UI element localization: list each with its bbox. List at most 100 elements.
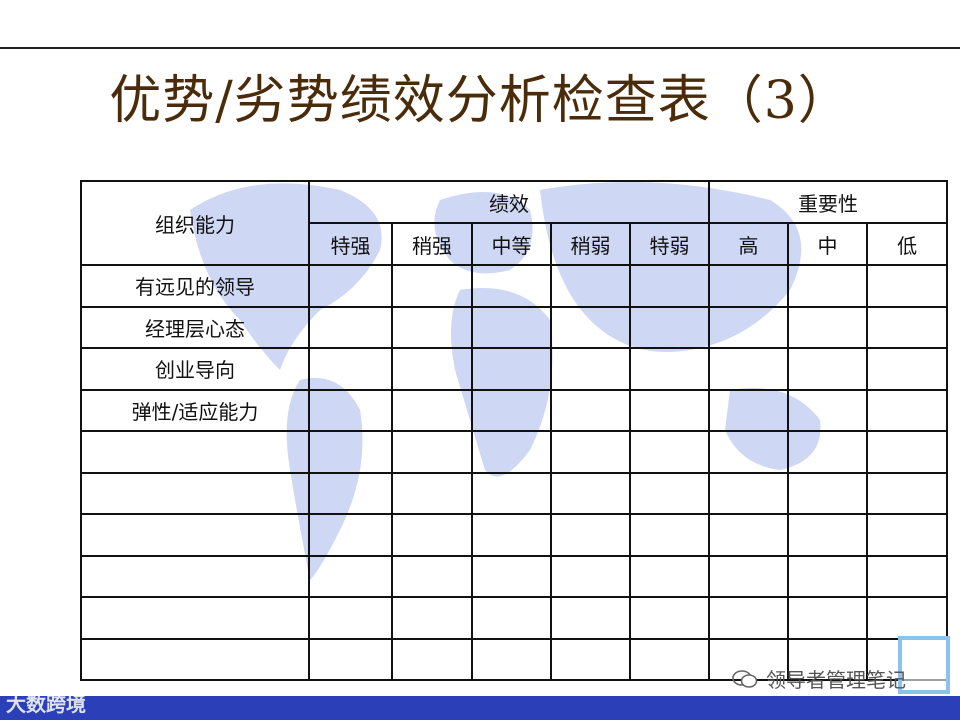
rating-cell[interactable]	[866, 554, 949, 598]
rating-cell[interactable]	[628, 347, 711, 391]
rating-cell[interactable]	[471, 430, 552, 474]
rating-cell[interactable]	[471, 513, 552, 557]
col-header-slightly-weak: 稍弱	[550, 222, 631, 266]
rating-cell[interactable]	[628, 637, 711, 681]
rating-cell[interactable]	[787, 471, 869, 515]
rating-cell[interactable]	[866, 388, 949, 432]
rating-cell[interactable]	[866, 430, 949, 474]
rating-cell[interactable]	[708, 264, 790, 308]
rating-cell[interactable]	[628, 264, 711, 308]
rating-cell[interactable]	[787, 305, 869, 349]
row-label: 创业导向	[80, 347, 310, 391]
table-row	[80, 554, 949, 598]
rating-cell[interactable]	[787, 513, 869, 557]
rating-cell[interactable]	[787, 347, 869, 391]
rating-cell[interactable]	[787, 264, 869, 308]
rating-cell[interactable]	[628, 430, 711, 474]
brand-watermark: 大数跨境	[6, 692, 86, 716]
top-divider	[0, 47, 960, 49]
rating-cell[interactable]	[550, 430, 631, 474]
rating-cell[interactable]	[391, 264, 473, 308]
rating-cell[interactable]	[308, 637, 393, 681]
rating-cell[interactable]	[308, 388, 393, 432]
rating-cell[interactable]	[787, 554, 869, 598]
row-label: 经理层心态	[80, 305, 310, 349]
rating-cell[interactable]	[628, 513, 711, 557]
rating-cell[interactable]	[391, 305, 473, 349]
rating-cell[interactable]	[308, 305, 393, 349]
rating-cell[interactable]	[308, 430, 393, 474]
table-row: 经理层心态	[80, 305, 949, 349]
rating-cell[interactable]	[391, 554, 473, 598]
rating-cell[interactable]	[308, 513, 393, 557]
rating-cell[interactable]	[550, 388, 631, 432]
rating-cell[interactable]	[550, 264, 631, 308]
rating-cell[interactable]	[391, 471, 473, 515]
rating-cell[interactable]	[550, 305, 631, 349]
rating-cell[interactable]	[866, 305, 949, 349]
rating-cell[interactable]	[708, 305, 790, 349]
rating-cell[interactable]	[308, 596, 393, 640]
rating-cell[interactable]	[391, 347, 473, 391]
rating-cell[interactable]	[866, 513, 949, 557]
col-header-high: 高	[708, 222, 790, 266]
rating-cell[interactable]	[471, 471, 552, 515]
rating-cell[interactable]	[628, 471, 711, 515]
rating-cell[interactable]	[391, 596, 473, 640]
rating-cell[interactable]	[708, 471, 790, 515]
rating-cell[interactable]	[471, 554, 552, 598]
rating-cell[interactable]	[628, 388, 711, 432]
rating-cell[interactable]	[866, 347, 949, 391]
table-row	[80, 513, 949, 557]
rating-cell[interactable]	[471, 388, 552, 432]
rating-cell[interactable]	[308, 554, 393, 598]
row-label	[80, 554, 310, 598]
rating-cell[interactable]	[471, 264, 552, 308]
rating-cell[interactable]	[391, 637, 473, 681]
col-header-average: 中等	[471, 222, 552, 266]
rating-cell[interactable]	[550, 554, 631, 598]
rating-cell[interactable]	[391, 430, 473, 474]
rating-cell[interactable]	[471, 596, 552, 640]
rating-cell[interactable]	[708, 596, 790, 640]
table-row: 创业导向	[80, 347, 949, 391]
rating-cell[interactable]	[471, 305, 552, 349]
rating-cell[interactable]	[391, 388, 473, 432]
rating-cell[interactable]	[550, 596, 631, 640]
rating-cell[interactable]	[787, 388, 869, 432]
rating-cell[interactable]	[550, 347, 631, 391]
rating-cell[interactable]	[471, 347, 552, 391]
col-header-very-weak: 特弱	[628, 222, 711, 266]
rating-cell[interactable]	[471, 637, 552, 681]
table-row	[80, 596, 949, 640]
rating-cell[interactable]	[550, 513, 631, 557]
wechat-watermark: 领导者管理笔记	[732, 664, 906, 693]
rating-cell[interactable]	[628, 596, 711, 640]
row-label	[80, 513, 310, 557]
col-header-medium: 中	[787, 222, 869, 266]
rating-cell[interactable]	[866, 471, 949, 515]
bottom-bar	[0, 696, 960, 720]
rating-cell[interactable]	[628, 305, 711, 349]
row-label	[80, 637, 310, 681]
rating-cell[interactable]	[550, 637, 631, 681]
rating-cell[interactable]	[708, 388, 790, 432]
rating-cell[interactable]	[787, 430, 869, 474]
rating-cell[interactable]	[308, 471, 393, 515]
performance-group-header: 绩效	[307, 180, 711, 224]
row-label	[80, 471, 310, 515]
rating-cell[interactable]	[550, 471, 631, 515]
rating-cell[interactable]	[708, 554, 790, 598]
rating-cell[interactable]	[708, 513, 790, 557]
rating-cell[interactable]	[866, 596, 949, 640]
rating-cell[interactable]	[308, 264, 393, 308]
rating-cell[interactable]	[308, 347, 393, 391]
rating-cell[interactable]	[391, 513, 473, 557]
row-label: 有远见的领导	[80, 264, 310, 308]
rating-cell[interactable]	[708, 347, 790, 391]
rating-cell[interactable]	[628, 554, 711, 598]
rating-cell[interactable]	[866, 264, 949, 308]
rating-cell[interactable]	[708, 430, 790, 474]
table-corner-header: 组织能力	[80, 180, 310, 266]
rating-cell[interactable]	[787, 596, 869, 640]
